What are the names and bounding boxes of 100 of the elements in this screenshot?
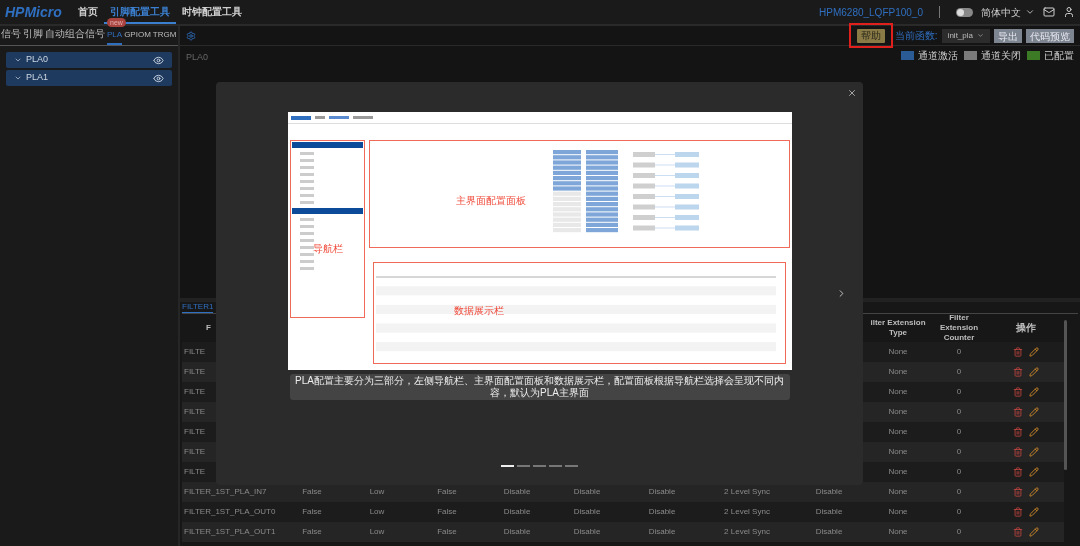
nav-tab[interactable]: 时钟配置工具: [175, 0, 248, 24]
table-cell: Disable: [503, 526, 531, 538]
caption: PLA配置主要分为三部分，左侧导航栏、主界面配置面板和数据展示栏，配置面板根据导航栏选择会呈现不同内容，默认为PLA主界面: [289, 374, 790, 400]
chevron-icon[interactable]: [1025, 7, 1035, 17]
table-cell: 2 Level Sync: [724, 506, 770, 518]
chevron-icon[interactable]: [14, 56, 22, 64]
table-cell: Disable: [648, 506, 676, 518]
tree-item[interactable]: PLA1: [6, 70, 172, 86]
table-cell: 0: [956, 346, 962, 358]
table-cell: 0: [956, 506, 962, 518]
table-cell: 0: [956, 426, 962, 438]
annotation-label: 数据展示栏: [453, 304, 504, 318]
delete-icon[interactable]: [1013, 347, 1023, 357]
table-cell: False: [302, 526, 322, 538]
panel-tab[interactable]: 引脚: [23, 26, 43, 45]
table-cell: None: [888, 466, 908, 478]
table-cell: None: [888, 426, 908, 438]
table-cell: Disable: [815, 486, 843, 498]
table-cell: False: [437, 486, 457, 498]
edit-icon[interactable]: [1029, 367, 1039, 377]
table-cell: None: [888, 506, 908, 518]
table-cell: Disable: [573, 486, 601, 498]
edit-icon[interactable]: [1029, 467, 1039, 477]
mail-icon[interactable]: [1043, 6, 1055, 18]
table-cell: 0: [956, 366, 962, 378]
table-cell: FILTE: [184, 466, 206, 478]
user-icon[interactable]: [1063, 6, 1075, 18]
panel-tab[interactable]: GPIOM: [124, 29, 151, 45]
table-cell: 0: [956, 386, 962, 398]
edit-icon[interactable]: [1029, 447, 1039, 457]
table-cell: None: [888, 386, 908, 398]
tree-item[interactable]: PLA0: [6, 52, 172, 68]
item-label: PLA0: [26, 53, 49, 67]
table-cell: None: [888, 406, 908, 418]
filter-tab[interactable]: FILTER1: [182, 302, 214, 313]
close-icon[interactable]: [847, 88, 857, 98]
table-cell: Low: [369, 486, 385, 498]
function-select[interactable]: init_pla: [941, 28, 990, 43]
delete-icon[interactable]: [1013, 487, 1023, 497]
table-cell: None: [888, 446, 908, 458]
delete-icon[interactable]: [1013, 407, 1023, 417]
edit-icon[interactable]: [1029, 507, 1039, 517]
legend-label: 通道关闭: [981, 49, 1021, 63]
edit-icon[interactable]: [1029, 347, 1039, 357]
language-select[interactable]: 简体中文: [981, 4, 1035, 20]
table-cell: 0: [956, 446, 962, 458]
delete-icon[interactable]: [1013, 507, 1023, 517]
table-cell: None: [888, 366, 908, 378]
device-name[interactable]: HPM6280_LQFP100_0: [819, 4, 923, 20]
table-cell: False: [302, 506, 322, 518]
delete-icon[interactable]: [1013, 387, 1023, 397]
panel-tab[interactable]: TRGM: [152, 29, 177, 45]
table-cell: 2 Level Sync: [724, 526, 770, 538]
table-cell: 0: [956, 526, 962, 538]
table-cell: Disable: [573, 506, 601, 518]
delete-icon[interactable]: [1013, 527, 1023, 537]
table-cell: FILTE: [184, 386, 206, 398]
edit-icon[interactable]: [1029, 407, 1039, 417]
edit-icon[interactable]: [1029, 527, 1039, 537]
delete-icon[interactable]: [1013, 427, 1023, 437]
table-cell: None: [888, 346, 908, 358]
column-header: Filter Extension Counter: [938, 313, 980, 343]
help-button[interactable]: 帮助: [856, 29, 885, 43]
table-cell: Disable: [815, 526, 843, 538]
column-header: F: [206, 323, 211, 333]
eye-icon[interactable]: [153, 72, 164, 84]
table-cell: Low: [369, 506, 385, 518]
edit-icon[interactable]: [1029, 387, 1039, 397]
panel-tab[interactable]: 信号: [1, 26, 21, 45]
table-cell: FILTER_1ST_PLA_OUT1: [184, 526, 276, 538]
delete-icon[interactable]: [1013, 467, 1023, 477]
theme-toggle[interactable]: [956, 7, 973, 17]
chevron-icon[interactable]: [14, 74, 22, 82]
table-cell: 0: [956, 466, 962, 478]
table-cell: Disable: [648, 526, 676, 538]
table-cell: FILTE: [184, 426, 206, 438]
edit-icon[interactable]: [1029, 487, 1039, 497]
table-cell: False: [437, 506, 457, 518]
column-header: 操作: [1016, 323, 1036, 333]
table-cell: FILTE: [184, 406, 206, 418]
chevron-icon[interactable]: [977, 32, 984, 39]
delete-icon[interactable]: [1013, 447, 1023, 457]
delete-icon[interactable]: [1013, 367, 1023, 377]
table-cell: FILTER_1ST_PLA_OUT0: [184, 506, 276, 518]
nav-tab[interactable]: 首页: [71, 0, 104, 24]
table-cell: FILTE: [184, 446, 206, 458]
edit-icon[interactable]: [1029, 427, 1039, 437]
column-header: ilter Extension Type: [869, 318, 927, 338]
table-cell: FILTER_1ST_PLA_IN7: [184, 486, 267, 498]
table-cell: Disable: [573, 526, 601, 538]
eye-icon[interactable]: [153, 54, 164, 66]
panel-tab[interactable]: 自动组合信号: [45, 26, 105, 45]
table-cell: Disable: [815, 506, 843, 518]
table-cell: False: [302, 486, 322, 498]
scrollbar[interactable]: [1064, 320, 1067, 470]
function-label: 当前函数:: [894, 29, 938, 43]
table-cell: Disable: [503, 486, 531, 498]
table-cell: None: [888, 486, 908, 498]
table-cell: 0: [956, 486, 962, 498]
settings-icon[interactable]: [186, 30, 196, 41]
